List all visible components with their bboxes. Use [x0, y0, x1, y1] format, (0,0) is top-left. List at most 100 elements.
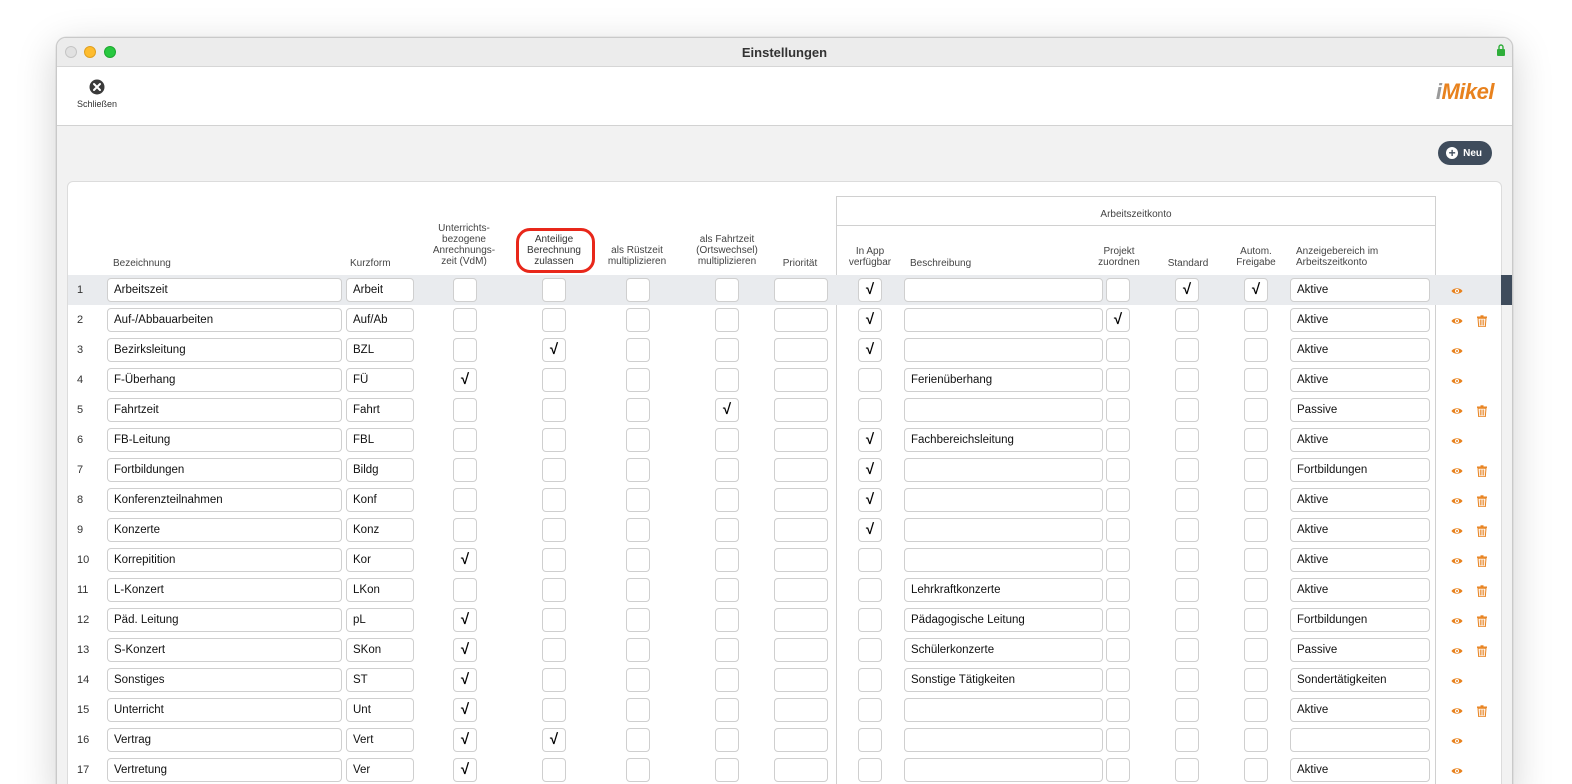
eye-icon[interactable] [1451, 344, 1463, 356]
projekt-checkbox[interactable] [1106, 458, 1130, 482]
anzeigebereich-field[interactable]: Aktive [1290, 368, 1430, 392]
anzeigebereich-field[interactable]: Aktive [1290, 488, 1430, 512]
anteilige-checkbox[interactable] [542, 308, 566, 332]
autom-freigabe-checkbox[interactable] [1244, 638, 1268, 662]
standard-checkbox[interactable] [1175, 758, 1199, 782]
kurzform-field[interactable]: LKon [346, 578, 414, 602]
kurzform-field[interactable]: Arbeit [346, 278, 414, 302]
vdm-checkbox[interactable] [453, 278, 477, 302]
ruestzeit-checkbox[interactable] [626, 458, 650, 482]
eye-icon[interactable] [1451, 464, 1463, 476]
ruestzeit-checkbox[interactable] [626, 428, 650, 452]
prioritaet-field[interactable] [774, 578, 828, 602]
standard-checkbox[interactable] [1175, 398, 1199, 422]
autom-freigabe-checkbox[interactable] [1244, 488, 1268, 512]
table-row[interactable]: 9 Konzerte Konz Aktive √ [68, 515, 1501, 545]
autom-freigabe-checkbox[interactable] [1244, 368, 1268, 392]
anzeigebereich-field[interactable]: Passive [1290, 638, 1430, 662]
in-app-checkbox[interactable] [858, 758, 882, 782]
anzeigebereich-field[interactable]: Aktive [1290, 578, 1430, 602]
beschreibung-field[interactable]: Schülerkonzerte [904, 638, 1103, 662]
ruestzeit-checkbox[interactable] [626, 278, 650, 302]
kurzform-field[interactable]: FÜ [346, 368, 414, 392]
projekt-checkbox[interactable] [1106, 758, 1130, 782]
close-button[interactable]: Schließen [73, 79, 121, 109]
vdm-checkbox[interactable] [453, 308, 477, 332]
in-app-checkbox[interactable]: √ [858, 488, 882, 512]
autom-freigabe-checkbox[interactable]: √ [1244, 278, 1268, 302]
anteilige-checkbox[interactable] [542, 668, 566, 692]
projekt-checkbox[interactable] [1106, 548, 1130, 572]
autom-freigabe-checkbox[interactable] [1244, 338, 1268, 362]
bezeichnung-field[interactable]: FB-Leitung [107, 428, 342, 452]
trash-icon[interactable] [1476, 554, 1488, 568]
in-app-checkbox[interactable] [858, 728, 882, 752]
standard-checkbox[interactable] [1175, 488, 1199, 512]
anteilige-checkbox[interactable] [542, 638, 566, 662]
table-row[interactable]: 11 L-Konzert LKon Lehrkraftkonzerte Aktive [68, 575, 1501, 605]
in-app-checkbox[interactable] [858, 548, 882, 572]
bezeichnung-field[interactable]: Unterricht [107, 698, 342, 722]
prioritaet-field[interactable] [774, 338, 828, 362]
autom-freigabe-checkbox[interactable] [1244, 428, 1268, 452]
bezeichnung-field[interactable]: Korrepitition [107, 548, 342, 572]
prioritaet-field[interactable] [774, 638, 828, 662]
standard-checkbox[interactable] [1175, 458, 1199, 482]
anzeigebereich-field[interactable]: Aktive [1290, 338, 1430, 362]
eye-icon[interactable] [1451, 554, 1463, 566]
ruestzeit-checkbox[interactable] [626, 638, 650, 662]
table-row[interactable]: 10 Korrepitition Kor Aktive √ [68, 545, 1501, 575]
eye-icon[interactable] [1451, 524, 1463, 536]
anzeigebereich-field[interactable]: Aktive [1290, 698, 1430, 722]
ruestzeit-checkbox[interactable] [626, 488, 650, 512]
trash-icon[interactable] [1476, 614, 1488, 628]
beschreibung-field[interactable] [904, 278, 1103, 302]
autom-freigabe-checkbox[interactable] [1244, 458, 1268, 482]
fahrtzeit-checkbox[interactable] [715, 338, 739, 362]
prioritaet-field[interactable] [774, 698, 828, 722]
ruestzeit-checkbox[interactable] [626, 518, 650, 542]
table-row[interactable]: 3 Bezirksleitung BZL Aktive √ √ [68, 335, 1501, 365]
table-row[interactable]: 14 Sonstiges ST Sonstige Tätigkeiten Sondert… [68, 665, 1501, 695]
table-row[interactable]: 5 Fahrtzeit Fahrt Passive √ [68, 395, 1501, 425]
standard-checkbox[interactable] [1175, 638, 1199, 662]
bezeichnung-field[interactable]: Arbeitszeit [107, 278, 342, 302]
prioritaet-field[interactable] [774, 488, 828, 512]
eye-icon[interactable] [1451, 644, 1463, 656]
anzeigebereich-field[interactable]: Fortbildungen [1290, 608, 1430, 632]
ruestzeit-checkbox[interactable] [626, 368, 650, 392]
in-app-checkbox[interactable] [858, 368, 882, 392]
ruestzeit-checkbox[interactable] [626, 668, 650, 692]
vdm-checkbox[interactable]: √ [453, 548, 477, 572]
vdm-checkbox[interactable] [453, 398, 477, 422]
beschreibung-field[interactable] [904, 338, 1103, 362]
trash-icon[interactable] [1476, 644, 1488, 658]
anteilige-checkbox[interactable] [542, 758, 566, 782]
table-row[interactable]: 17 Vertretung Ver Aktive √ [68, 755, 1501, 784]
anteilige-checkbox[interactable] [542, 548, 566, 572]
eye-icon[interactable] [1451, 584, 1463, 596]
ruestzeit-checkbox[interactable] [626, 398, 650, 422]
anteilige-checkbox[interactable] [542, 458, 566, 482]
beschreibung-field[interactable] [904, 518, 1103, 542]
table-row[interactable]: 6 FB-Leitung FBL Fachbereichsleitung Aktive √ [68, 425, 1501, 455]
eye-icon[interactable] [1451, 614, 1463, 626]
beschreibung-field[interactable] [904, 488, 1103, 512]
eye-icon[interactable] [1451, 494, 1463, 506]
beschreibung-field[interactable] [904, 308, 1103, 332]
beschreibung-field[interactable]: Lehrkraftkonzerte [904, 578, 1103, 602]
projekt-checkbox[interactable] [1106, 278, 1130, 302]
projekt-checkbox[interactable] [1106, 608, 1130, 632]
vdm-checkbox[interactable]: √ [453, 368, 477, 392]
bezeichnung-field[interactable]: Konferenzteilnahmen [107, 488, 342, 512]
bezeichnung-field[interactable]: Bezirksleitung [107, 338, 342, 362]
standard-checkbox[interactable] [1175, 668, 1199, 692]
vdm-checkbox[interactable] [453, 488, 477, 512]
beschreibung-field[interactable]: Fachbereichsleitung [904, 428, 1103, 452]
anzeigebereich-field[interactable] [1290, 728, 1430, 752]
new-button[interactable]: + Neu [1438, 141, 1492, 165]
trash-icon[interactable] [1476, 704, 1488, 718]
ruestzeit-checkbox[interactable] [626, 308, 650, 332]
autom-freigabe-checkbox[interactable] [1244, 518, 1268, 542]
standard-checkbox[interactable] [1175, 368, 1199, 392]
